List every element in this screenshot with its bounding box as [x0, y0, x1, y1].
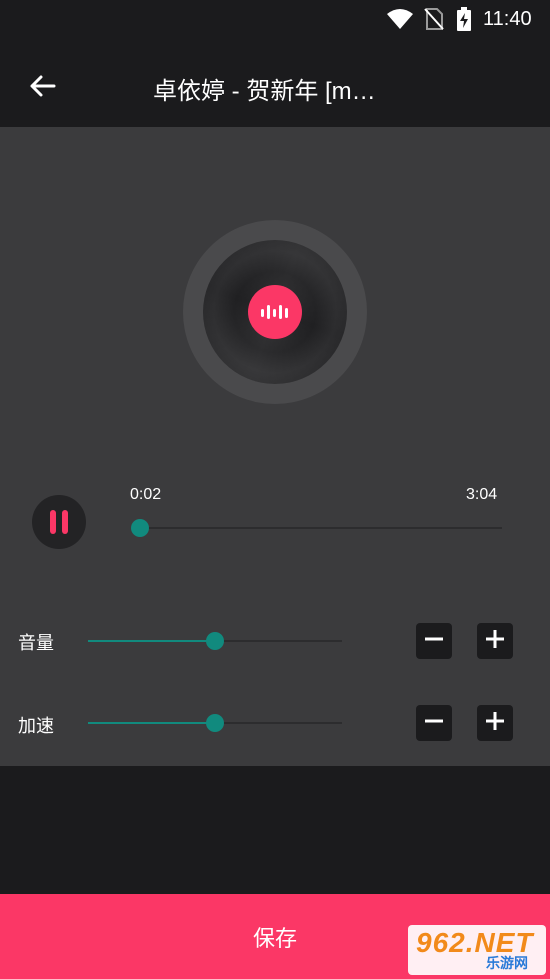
plus-icon: [485, 711, 505, 736]
volume-increase-button[interactable]: [477, 623, 513, 659]
watermark-subtext: 乐游网: [486, 955, 528, 971]
status-time: 11:40: [483, 8, 532, 30]
speed-decrease-button[interactable]: [416, 705, 452, 741]
player-panel: 0:02 3:04 音量 加速: [0, 127, 550, 766]
app-screen: 11:40 卓依婷 - 贺新年 [m… 0:02 3:04 音量 加速 保存 9…: [0, 0, 550, 979]
back-button[interactable]: [18, 64, 66, 112]
plus-icon: [485, 629, 505, 654]
pause-icon: [47, 510, 71, 534]
save-label: 保存: [252, 925, 297, 951]
volume-fill: [88, 640, 215, 642]
speed-label: 加速: [18, 716, 54, 736]
arrow-left-icon: [28, 74, 56, 103]
minus-icon: [424, 711, 444, 736]
current-time: 0:02: [130, 486, 162, 503]
volume-thumb[interactable]: [206, 632, 224, 650]
volume-slider[interactable]: [88, 631, 342, 651]
wifi-icon: [386, 8, 414, 35]
vinyl-record: [203, 240, 347, 384]
status-bar: 11:40: [0, 0, 550, 38]
speed-thumb[interactable]: [206, 714, 224, 732]
seek-thumb[interactable]: [131, 519, 150, 537]
page-title: 卓依婷 - 贺新年 [m…: [153, 78, 376, 105]
speed-fill: [88, 722, 215, 724]
seek-bar[interactable]: [128, 518, 502, 538]
app-header: 卓依婷 - 贺新年 [m…: [0, 38, 550, 127]
vinyl-disc: [183, 220, 367, 404]
battery-charging-icon: [456, 7, 472, 36]
pause-button[interactable]: [32, 495, 86, 549]
site-watermark-logo: 962.NET 乐游网: [408, 925, 546, 975]
volume-label: 音量: [18, 633, 54, 653]
minus-icon: [424, 629, 444, 654]
sound-wave-icon: [248, 285, 302, 339]
volume-decrease-button[interactable]: [416, 623, 452, 659]
speed-slider[interactable]: [88, 713, 342, 733]
seek-track: [136, 527, 502, 529]
total-time: 3:04: [466, 486, 498, 503]
speed-increase-button[interactable]: [477, 705, 513, 741]
no-sim-icon: [424, 7, 444, 36]
